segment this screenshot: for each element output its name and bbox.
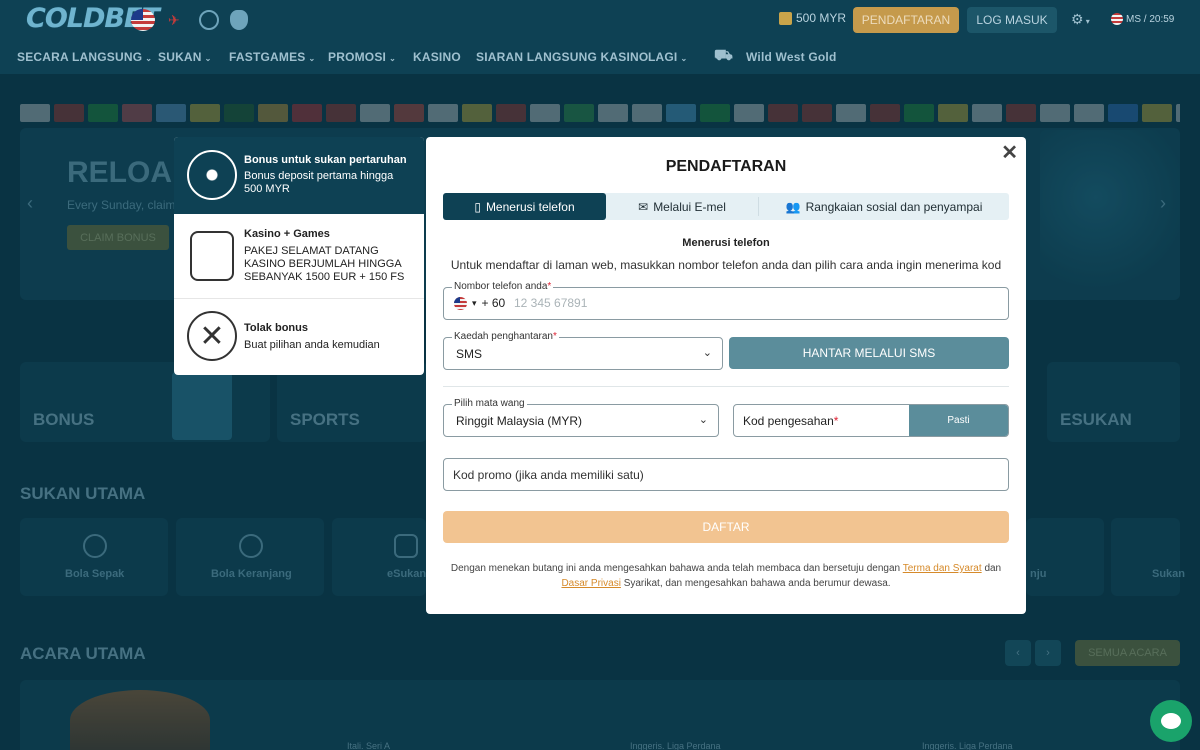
mail-icon: ✉ — [638, 199, 649, 214]
registration-modal: ✕ PENDAFTARAN ▯ Menerusi telefon ✉ Melal… — [426, 137, 1026, 614]
bonus-option-desc: Bonus deposit pertama hingga 500 MYR — [244, 170, 394, 195]
nav-item-wild-west-gold[interactable]: Wild West Gold — [746, 50, 836, 64]
phone-field: Nombor telefon anda* ▾ + 60 — [443, 281, 1009, 320]
legal-text: Dengan menekan butang ini anda mengesahk… — [450, 563, 1002, 589]
country-code: + 60 — [481, 296, 506, 310]
bonus-option-desc: PAKEJ SELAMAT DATANG KASINO BERJUMLAH HI… — [244, 245, 405, 283]
bonus-option-title: Tolak bonus — [244, 322, 308, 334]
promo-code-placeholder: Kod promo (jika anda memiliki satu) — [453, 468, 644, 482]
privacy-link[interactable]: Dasar Privasi — [561, 578, 620, 589]
nav-item-fastgames[interactable]: FASTGAMES ⌄ — [229, 50, 315, 64]
bonus-option-sports[interactable]: Bonus untuk sukan pertaruhan Bonus depos… — [174, 137, 424, 214]
section-description: Untuk mendaftar di laman web, masukkan n… — [450, 258, 1002, 272]
nav-item-promotions[interactable]: PROMOSI ⌄ — [328, 50, 396, 64]
tab-email[interactable]: ✉ Melalui E-mel — [606, 193, 758, 220]
bonus-option-decline[interactable]: ✕ Tolak bonus Buat pilihan anda kemudian — [174, 298, 424, 375]
language-selector[interactable]: MS / 20:59 — [1111, 13, 1174, 25]
nav-item-live-casino[interactable]: SIARAN LANGSUNG KASINO — [476, 50, 648, 64]
close-circle-icon: ✕ — [187, 311, 237, 361]
login-button[interactable]: LOG MASUK — [967, 7, 1057, 33]
top-bar: COLDBET ✈ 500 MYR PENDAFTARAN LOG MASUK … — [0, 0, 1200, 40]
verification-code-label: Kod pengesahan* — [743, 414, 839, 428]
section-title: Menerusi telefon — [682, 237, 770, 249]
verify-button[interactable]: Pasti — [909, 405, 1008, 436]
divider — [443, 386, 1009, 387]
phone-icon: ▯ — [474, 199, 481, 214]
chevron-down-icon: ⌄ — [308, 54, 316, 63]
gear-icon: ⚙ — [1071, 11, 1084, 27]
currency-select[interactable]: Pilih mata wang Ringgit Malaysia (MYR) ⌄ — [443, 398, 719, 437]
tab-social[interactable]: 👥 Rangkaian sosial dan penyampai — [759, 193, 1009, 220]
airplane-icon[interactable]: ✈ — [168, 12, 180, 29]
chevron-down-icon: ⌄ — [698, 414, 708, 426]
modal-title: PENDAFTARAN — [665, 158, 787, 175]
us-flag-icon — [454, 296, 467, 310]
users-icon: 👥 — [785, 199, 801, 214]
register-submit-button[interactable]: DAFTAR — [443, 511, 1009, 543]
balance-value: 500 MYR — [796, 11, 847, 25]
currency-field-label: Pilih mata wang — [452, 398, 527, 409]
bonus-balance[interactable]: 500 MYR — [779, 11, 846, 25]
delivery-field-label: Kaedah penghantaran* — [452, 331, 559, 342]
chevron-down-icon: ▾ — [472, 297, 477, 308]
terms-link[interactable]: Terma dan Syarat — [903, 563, 982, 574]
bonus-selector: Bonus untuk sukan pertaruhan Bonus depos… — [174, 137, 424, 375]
currency-value: Ringgit Malaysia (MYR) — [456, 414, 583, 428]
nav-item-more[interactable]: LAGI ⌄ — [648, 50, 687, 64]
bonus-option-desc: Buat pilihan anda kemudian — [244, 339, 380, 351]
delivery-method-select[interactable]: Kaedah penghantaran* SMS ⌄ — [443, 331, 723, 370]
bonus-option-title: Kasino + Games — [244, 228, 330, 240]
country-code-selector[interactable]: ▾ + 60 — [454, 296, 505, 310]
chevron-down-icon: ⌄ — [389, 54, 396, 63]
nav-item-sports[interactable]: SUKAN ⌄ — [158, 50, 212, 64]
chevron-down-icon: ⌄ — [680, 54, 688, 63]
soccer-ball-icon — [187, 150, 237, 200]
nav-item-live[interactable]: SECARA LANGSUNG ⌄ — [17, 50, 152, 64]
chevron-down-icon: ⌄ — [702, 347, 712, 359]
phone-input[interactable] — [514, 294, 994, 312]
malaysia-flag-icon[interactable] — [131, 9, 155, 31]
settings-button[interactable]: ⚙ ▾ — [1071, 11, 1090, 28]
language-time: MS / 20:59 — [1126, 13, 1175, 25]
game-logo-icon: ⛟ — [714, 47, 734, 64]
malaysia-flag-icon — [1111, 13, 1123, 25]
bonus-option-casino[interactable]: Kasino + Games PAKEJ SELAMAT DATANG KASI… — [174, 214, 424, 298]
chevron-down-icon: ⌄ — [204, 54, 212, 63]
tab-phone[interactable]: ▯ Menerusi telefon — [443, 193, 606, 220]
phone-field-label: Nombor telefon anda* — [452, 281, 554, 292]
verification-code-field[interactable]: Kod pengesahan* Pasti — [733, 404, 1009, 437]
gift-icon — [779, 11, 792, 25]
champions-league-icon[interactable] — [199, 10, 219, 30]
promo-code-field[interactable]: Kod promo (jika anda memiliki satu) — [443, 458, 1009, 491]
bonus-option-title: Bonus untuk sukan pertaruhan — [244, 154, 407, 166]
chevron-down-icon: ⌄ — [145, 54, 153, 63]
casino-chips-icon — [190, 231, 234, 281]
register-button[interactable]: PENDAFTARAN — [853, 7, 959, 33]
send-sms-button[interactable]: HANTAR MELALUI SMS — [729, 337, 1009, 369]
premier-league-icon[interactable] — [230, 10, 248, 30]
registration-tabs: ▯ Menerusi telefon ✉ Melalui E-mel 👥 Ran… — [443, 193, 1009, 220]
main-nav: SECARA LANGSUNG ⌄ SUKAN ⌄ FASTGAMES ⌄ PROMO… — [0, 40, 1200, 74]
nav-item-casino[interactable]: KASINO — [413, 50, 461, 64]
chat-button[interactable] — [1150, 700, 1192, 742]
delivery-value: SMS — [456, 347, 483, 361]
